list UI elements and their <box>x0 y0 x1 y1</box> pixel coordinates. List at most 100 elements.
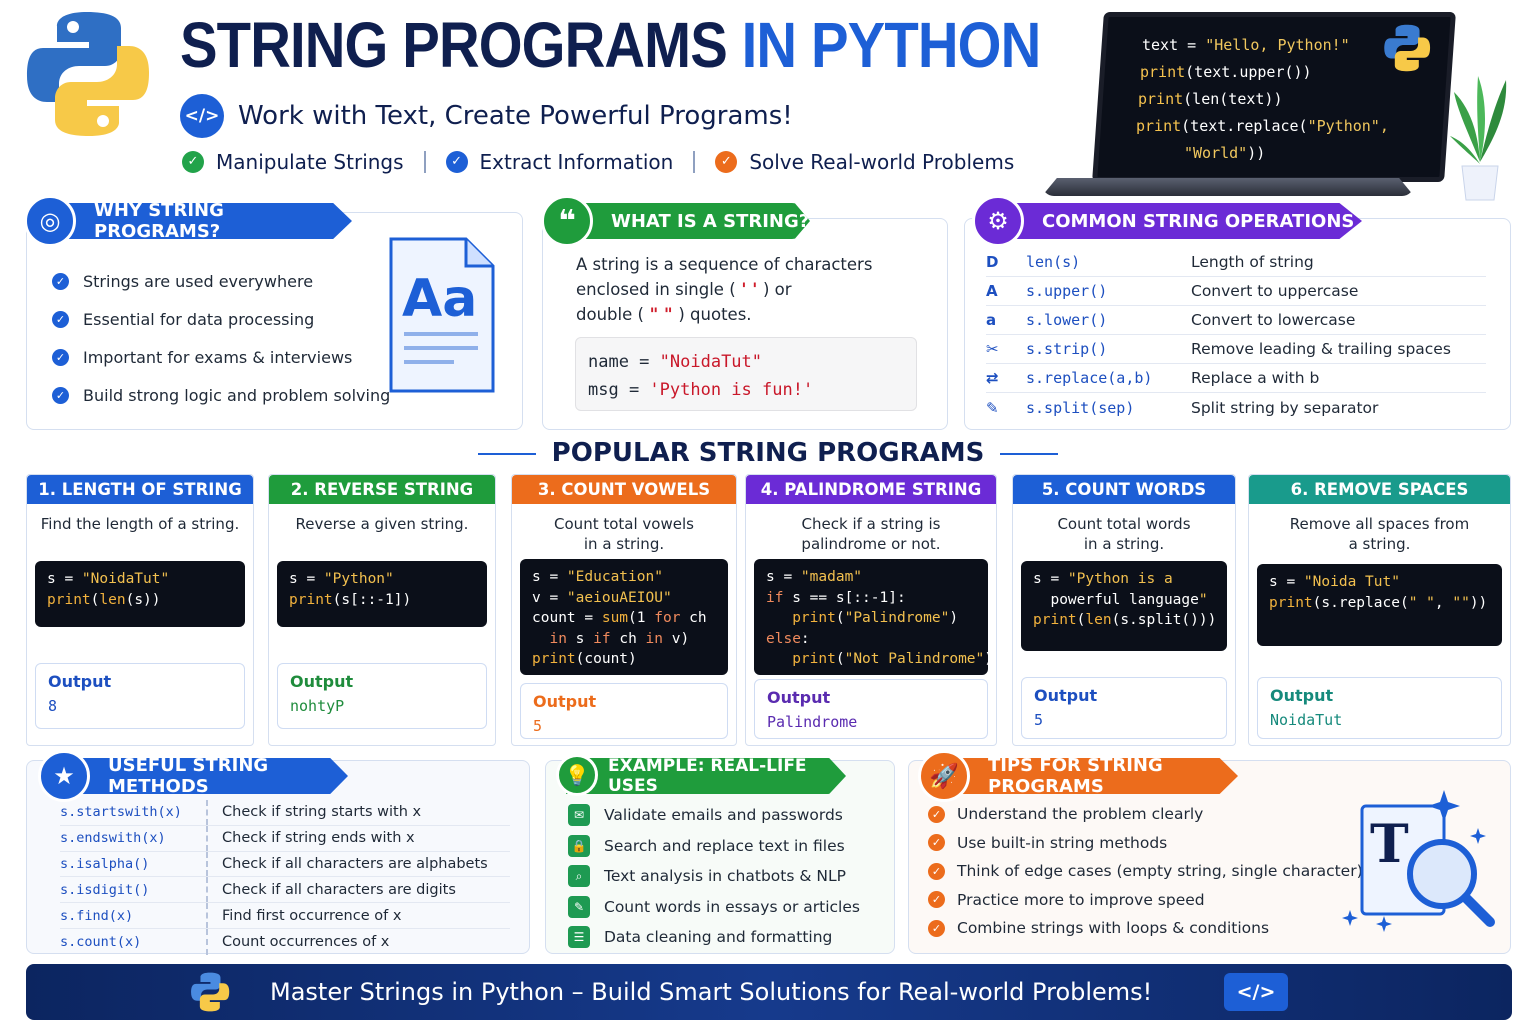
program-card: 3. COUNT VOWELS Count total vowels in a s… <box>511 474 737 746</box>
program-title: 2. REVERSE STRING <box>269 475 495 504</box>
why-banner: WHY STRING PROGRAMS? <box>38 203 352 239</box>
list-item: ✓ Understand the problem clearly <box>928 800 1363 829</box>
check-icon: ✓ <box>52 386 69 404</box>
list-item: ✓ Combine strings with loops & conditions <box>928 914 1363 943</box>
output-value: 5 <box>1034 711 1044 729</box>
output-label: Output <box>1270 686 1334 705</box>
list-item: ⌕ Text analysis in chatbots & NLP <box>568 861 860 892</box>
feature-label: Manipulate Strings <box>216 150 404 174</box>
output-label: Output <box>1034 686 1098 705</box>
output-box: Output Palindrome <box>754 679 988 739</box>
code-line: print("Palindrome") <box>792 610 959 626</box>
list-item: ✓ Important for exams & interviews <box>52 338 390 376</box>
program-card: 1. LENGTH OF STRING Find the length of a … <box>26 474 254 746</box>
check-icon: ✓ <box>928 805 945 823</box>
check-icon: ✓ <box>928 834 945 852</box>
list-item: ✓ Strings are used everywhere <box>52 262 390 300</box>
subtitle-text: Work with Text, Create Powerful Programs… <box>238 101 793 131</box>
string-definition: A string is a sequence of characters enc… <box>576 255 873 324</box>
program-description: Remove all spaces from a string. <box>1289 515 1470 553</box>
program-card: 5. COUNT WORDS Count total words in a str… <box>1012 474 1236 746</box>
output-box: Output 5 <box>520 683 728 739</box>
output-label: Output <box>48 672 112 691</box>
document-icon: Aa <box>389 237 495 393</box>
chat-icon: ✎ <box>568 895 590 918</box>
code-line: if s == s[::-1]: <box>766 589 906 606</box>
code-line: print(count) <box>532 651 637 667</box>
gear-icon: ⚙ <box>972 195 1024 247</box>
replace-icon: ⇄ <box>986 369 999 387</box>
what-title: WHAT IS A STRING? <box>611 210 810 232</box>
code-line: in s if ch in v) <box>549 630 690 647</box>
check-icon: ✓ <box>52 272 69 290</box>
code-line: print(len(text)) <box>1138 90 1283 108</box>
what-banner: WHAT IS A STRING? <box>555 203 810 239</box>
output-box: Output nohtyP <box>277 663 487 729</box>
ops-table: Dlen(s) Length of string As.upper() Conver… <box>986 248 1486 422</box>
divider <box>477 452 536 455</box>
code-brackets-icon: </> <box>1224 973 1288 1011</box>
split-icon: ✎ <box>986 398 999 417</box>
list-item: 🔒 Search and replace text in files <box>568 831 860 862</box>
program-title: 5. COUNT WORDS <box>1013 475 1235 504</box>
table-row: s.startswith(x) Check if string starts wi… <box>60 800 510 826</box>
uses-banner: EXAMPLE: REAL-LIFE USES <box>566 758 846 794</box>
code-line: s = "NoidaTut" <box>47 571 170 587</box>
check-icon: ✓ <box>928 891 945 909</box>
rocket-icon: 🚀 <box>918 750 970 802</box>
program-description: Find the length of a string. <box>40 515 240 533</box>
list-icon: ☰ <box>568 926 590 949</box>
table-row: s.isalpha() Check if all characters are a… <box>60 851 510 878</box>
subtitle-row: </> Work with Text, Create Powerful Prog… <box>180 94 793 138</box>
code-block: s = "Noida Tut" print(s.replace(" ", "")) <box>1257 564 1502 646</box>
footer-text: Master Strings in Python – Build Smart S… <box>270 978 1153 1006</box>
code-line: print(text.upper()) <box>1140 63 1312 81</box>
output-value: NoidaTut <box>1270 711 1343 729</box>
program-description: Reverse a given string. <box>295 515 469 533</box>
code-block: s = "Python is a powerful language" print… <box>1021 561 1227 651</box>
check-icon: ✓ <box>928 919 945 937</box>
code-line: print(len(s)) <box>47 591 161 608</box>
methods-table: s.startswith(x) Check if string starts wi… <box>60 800 510 955</box>
output-label: Output <box>767 688 831 707</box>
output-label: Output <box>533 692 597 711</box>
list-item: ✉ Validate emails and passwords <box>568 800 860 831</box>
page-title: STRING PROGRAMS IN PYTHON <box>180 8 1042 82</box>
tips-title: TIPS FOR STRING PROGRAMS <box>988 755 1163 797</box>
why-title: WHY STRING PROGRAMS? <box>94 200 224 242</box>
table-row: ⇄ s.replace(a,b) Replace a with b <box>986 364 1486 393</box>
code-line: msg = 'Python is fun!' <box>588 380 814 400</box>
program-card: 4. PALINDROME STRING Check if a string is… <box>745 474 997 746</box>
ops-banner: COMMON STRING OPERATIONS <box>986 203 1362 239</box>
feature-item: ✓ Manipulate Strings <box>182 150 404 174</box>
feature-list: ✓ Manipulate Strings ✓ Extract Information… <box>182 150 1014 174</box>
svg-text:T: T <box>1370 814 1409 875</box>
code-line: count = sum(1 for ch <box>532 610 707 626</box>
table-row: s.endswith(x) Check if string ends with x <box>60 825 510 852</box>
output-value: nohtyP <box>290 697 345 715</box>
table-row: s.isdigit() Check if all characters are d… <box>60 877 510 904</box>
list-item: ✓ Practice more to improve speed <box>928 886 1363 915</box>
popular-heading: POPULAR STRING PROGRAMS <box>0 438 1536 468</box>
python-logo-icon <box>191 972 230 1012</box>
check-icon: ✓ <box>928 862 945 880</box>
svg-text:Aa: Aa <box>402 269 477 329</box>
program-description: Check if a string is palindrome or not. <box>801 515 941 553</box>
string-example-code: name = "NoidaTut" msg = 'Python is fun!' <box>575 337 917 411</box>
program-description: Count total vowels in a string. <box>554 515 694 553</box>
python-logo-icon <box>1384 24 1431 72</box>
list-item: ✓ Use built-in string methods <box>928 829 1363 858</box>
check-icon: ✓ <box>52 310 69 328</box>
divider <box>423 151 426 173</box>
divider <box>693 151 696 173</box>
title-main: STRING PROGRAMS <box>180 9 728 81</box>
program-title: 3. COUNT VOWELS <box>512 475 736 504</box>
list-item: ✓ Think of edge cases (empty string, sing… <box>928 857 1363 886</box>
output-value: Palindrome <box>767 713 858 731</box>
lightbulb-icon: 💡 <box>556 754 598 796</box>
uppercase-icon: A <box>986 282 998 300</box>
methods-banner: USEFUL STRING METHODS <box>52 758 348 794</box>
program-title: 6. REMOVE SPACES <box>1249 475 1510 504</box>
title-accent: IN PYTHON <box>741 9 1042 81</box>
list-item: ☰ Data cleaning and formatting <box>568 922 860 953</box>
